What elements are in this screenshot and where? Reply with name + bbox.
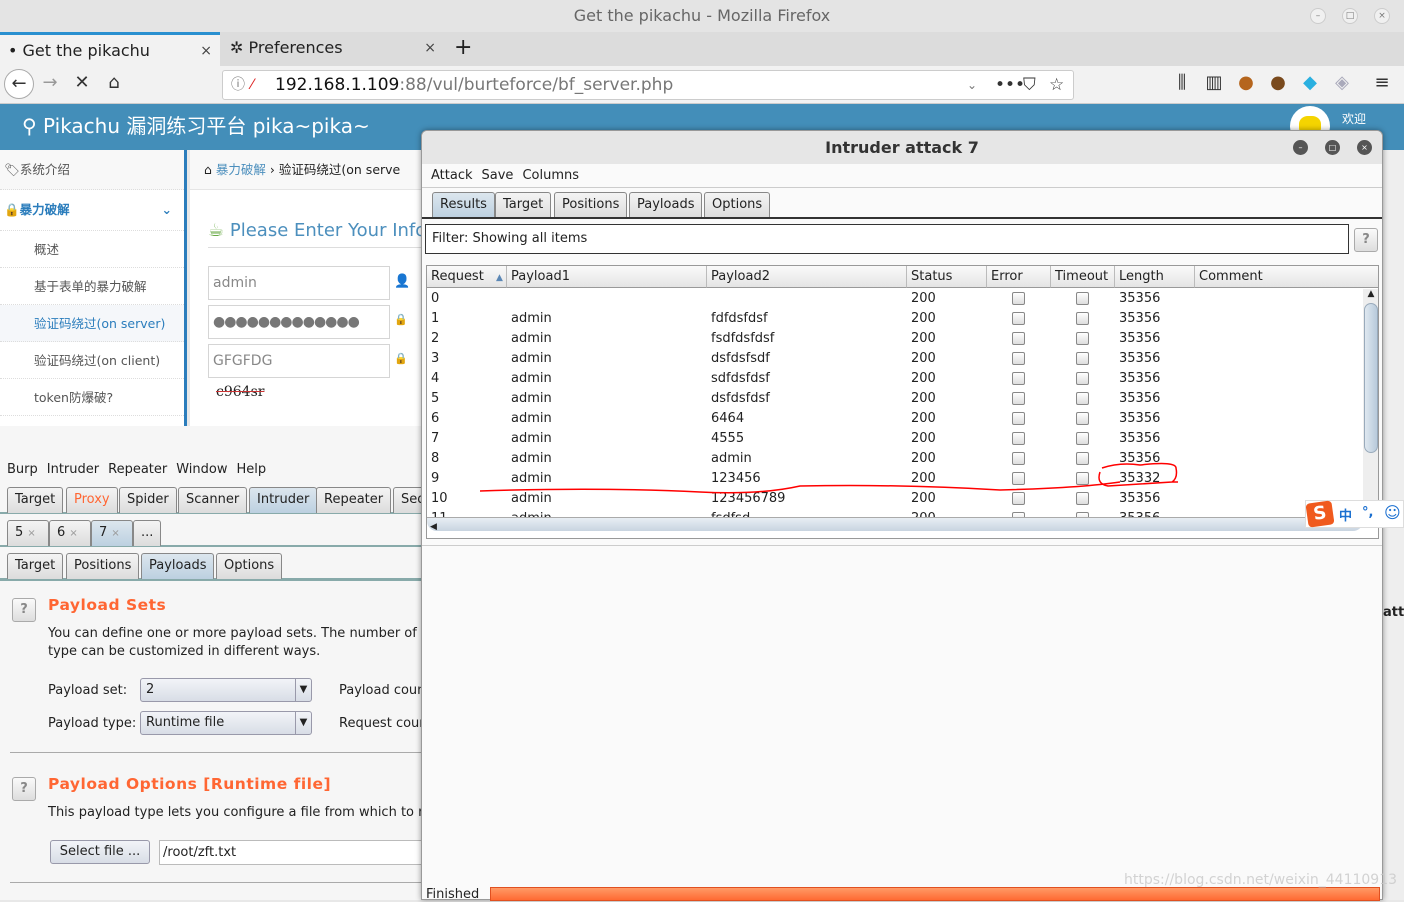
smiley-icon[interactable]: ☺	[1384, 503, 1401, 522]
ime-punct-toggle[interactable]: °,	[1362, 505, 1373, 520]
ime-language-toggle[interactable]: 中	[1339, 505, 1352, 524]
sogou-logo-icon[interactable]: S	[1305, 500, 1335, 528]
red-annotation	[479, 462, 1178, 494]
watermark: https://blog.csdn.net/weixin_44110913	[1124, 872, 1398, 888]
ime-toolbar: S 中 °, ☺	[1305, 500, 1404, 528]
annotation-underline	[479, 481, 1121, 494]
